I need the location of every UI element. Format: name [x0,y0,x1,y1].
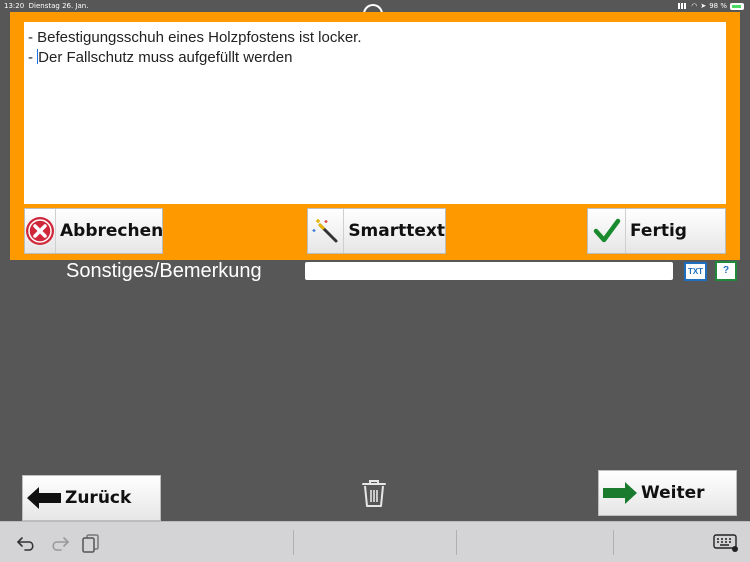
smarttext-button[interactable]: Smarttext [307,208,446,254]
status-time: 13:20 Dienstag 26. Jan. [4,2,89,10]
checkmark-icon [593,218,620,243]
txt-button[interactable]: TXT [684,262,707,281]
location-icon: ➤ [700,2,707,10]
done-button[interactable]: Fertig [587,208,726,254]
trash-icon[interactable] [361,478,387,508]
redo-icon[interactable] [48,532,70,554]
arrow-right-icon [603,482,637,504]
back-button-label: Zurück [65,488,132,508]
status-indicators: ◠ ➤ 98 % [678,2,744,10]
magic-wand-icon [312,219,338,243]
toolbar-divider [456,530,457,555]
keyboard-dismiss-icon[interactable] [713,532,739,554]
battery-percent: 98 % [709,2,727,10]
arrow-left-icon [27,487,61,509]
next-button-label: Weiter [641,483,705,503]
toolbar-divider [613,530,614,555]
smarttext-button-label: Smarttext [348,221,445,241]
done-button-label: Fertig [630,221,687,241]
undo-icon[interactable] [16,532,38,554]
cancel-button-label: Abbrechen [60,221,164,241]
back-button[interactable]: Zurück [22,475,161,521]
wifi-icon: ◠ [691,2,698,10]
remarks-textarea[interactable]: - Befestigungsschuh eines Holzpfostens i… [24,22,726,204]
signal-icon [678,3,689,9]
cancel-button[interactable]: Abbrechen [24,208,163,254]
text-line: - Befestigungsschuh eines Holzpfostens i… [28,29,362,46]
help-button[interactable]: ? [715,261,737,281]
keyboard-shortcut-bar [0,521,750,562]
toolbar-divider [293,530,294,555]
remarks-label: Sonstiges/Bemerkung [66,260,262,282]
battery-icon [730,2,744,10]
paste-icon[interactable] [80,532,102,554]
text-line: - Der Fallschutz muss aufgefüllt werden [28,49,293,66]
next-button[interactable]: Weiter [598,470,737,516]
cancel-x-icon [26,217,54,245]
text-edit-dialog: - Befestigungsschuh eines Holzpfostens i… [10,12,740,260]
remarks-field[interactable] [305,262,673,280]
